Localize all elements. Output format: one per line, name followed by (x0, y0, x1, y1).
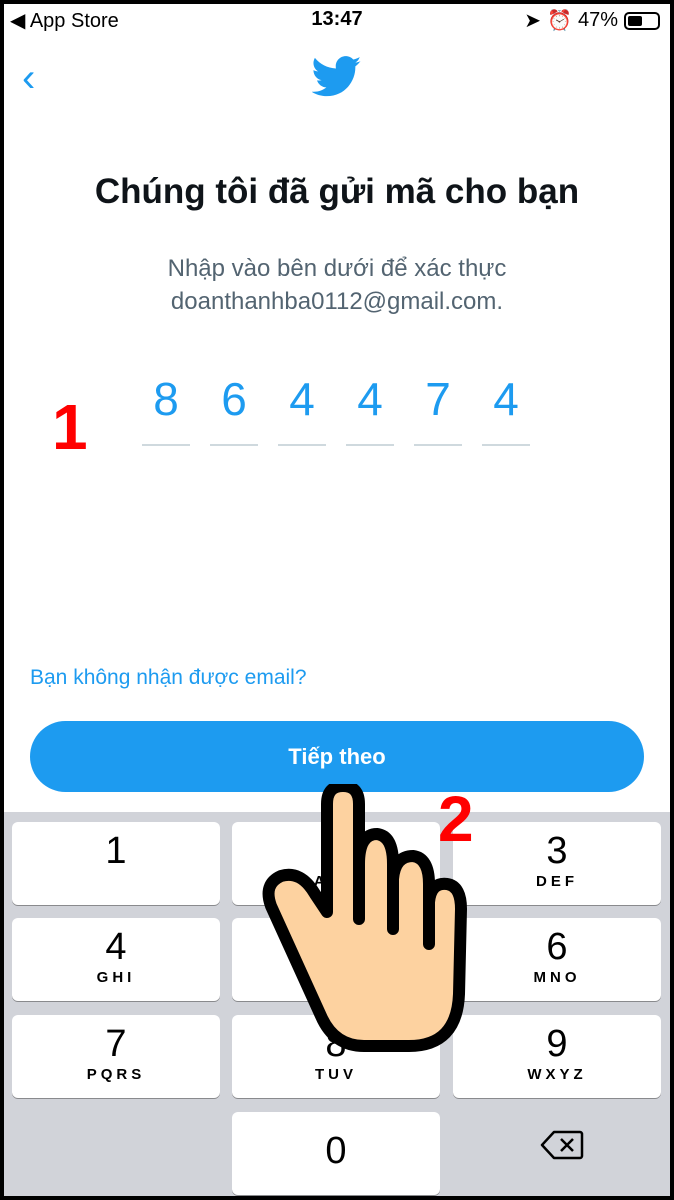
battery-icon (624, 11, 660, 30)
key-letters: TUV (315, 1066, 357, 1083)
key-number: 4 (105, 926, 127, 968)
key-number: 0 (325, 1130, 347, 1172)
location-icon: ➤ (524, 10, 542, 32)
key-number: 9 (546, 1023, 568, 1065)
battery-percent: 47% (577, 9, 618, 31)
key-number: 7 (105, 1023, 127, 1065)
annotation-2: 2 (438, 783, 474, 855)
code-digit[interactable]: 7 (414, 372, 462, 446)
key-number: 1 (105, 830, 127, 872)
code-digit[interactable]: 4 (278, 372, 326, 446)
key-3[interactable]: 3 DEF (453, 822, 661, 905)
subtitle-email: doanthanhba0112@gmail.com. (170, 288, 504, 315)
key-number: 3 (546, 830, 568, 872)
key-7[interactable]: 7 PQRS (12, 1015, 220, 1098)
backspace-icon[interactable] (540, 1130, 584, 1160)
subtitle-instruction: Nhập vào bên dưới để xác thực (167, 255, 507, 282)
next-button[interactable]: Tiếp theo (30, 721, 644, 792)
subtitle: Nhập vào bên dưới để xác thực doanthanhb… (4, 252, 670, 318)
key-letters: MNO (533, 969, 581, 986)
verification-code-input[interactable]: 8 6 4 4 7 4 (142, 372, 530, 446)
key-letters: PQRS (86, 1066, 146, 1083)
key-9[interactable]: 9 WXYZ (453, 1015, 661, 1098)
screen: ◀ App Store 13:47 ➤ ⏰ 47% ‹ Chúng tôi đã… (4, 4, 670, 1196)
twitter-bird-icon (312, 56, 362, 97)
key-1[interactable]: 1 (12, 822, 220, 905)
status-right: ➤ ⏰ 47% (524, 8, 660, 33)
code-digit[interactable]: 8 (142, 372, 190, 446)
resend-email-link[interactable]: Bạn không nhận được email? (30, 666, 307, 690)
code-digit[interactable]: 4 (346, 372, 394, 446)
key-number: 6 (546, 926, 568, 968)
key-letters: GHI (96, 969, 136, 986)
key-letters: DEF (536, 873, 578, 890)
code-digit[interactable]: 4 (482, 372, 530, 446)
key-6[interactable]: 6 MNO (453, 918, 661, 1001)
code-digit[interactable]: 6 (210, 372, 258, 446)
back-chevron-icon[interactable]: ‹ (22, 56, 35, 101)
key-0[interactable]: 0 (232, 1112, 440, 1195)
page-title: Chúng tôi đã gửi mã cho bạn (94, 172, 580, 211)
key-4[interactable]: 4 GHI (12, 918, 220, 1001)
annotation-1: 1 (52, 391, 88, 463)
status-bar: ◀ App Store 13:47 ➤ ⏰ 47% (4, 4, 670, 36)
key-letters: WXYZ (527, 1066, 587, 1083)
alarm-icon: ⏰ (547, 10, 572, 32)
